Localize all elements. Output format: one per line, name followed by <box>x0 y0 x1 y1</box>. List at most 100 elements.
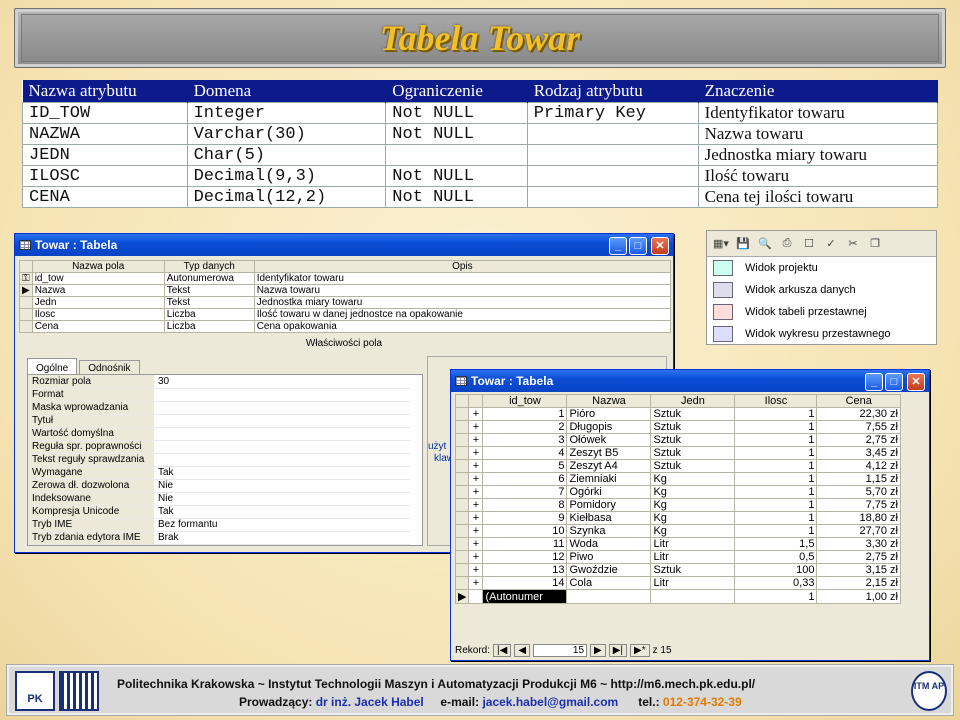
search-icon[interactable]: 🔍 <box>755 237 775 250</box>
property-row[interactable]: Tekst reguły sprawdzania <box>28 453 410 467</box>
property-value[interactable]: Bez formantu <box>154 518 410 532</box>
field-cell[interactable]: id_tow <box>31 272 165 285</box>
table-row[interactable]: +7 Ogórki Kg 1 5,70 zł <box>454 485 901 499</box>
data-cell[interactable]: Woda <box>566 537 652 551</box>
property-value[interactable]: Tak <box>154 466 410 480</box>
data-cell[interactable]: 1 <box>734 511 818 525</box>
maximize-button[interactable]: □ <box>629 237 647 255</box>
property-value[interactable] <box>154 427 410 441</box>
table-row[interactable]: +6 Ziemniaki Kg 1 1,15 zł <box>454 472 901 486</box>
expand-icon[interactable]: + <box>468 485 484 499</box>
primary-key-icon[interactable]: ⚿ <box>19 272 33 285</box>
new-record-row[interactable]: ▶ (Autonumer 1 1,00 zł <box>454 589 901 604</box>
col-header[interactable]: Opis <box>253 260 672 273</box>
property-value[interactable] <box>154 414 410 428</box>
data-cell[interactable]: 1 <box>734 589 818 604</box>
data-cell[interactable]: 0,33 <box>734 576 818 590</box>
current-row-icon[interactable]: ▶ <box>454 589 470 604</box>
field-cell[interactable]: Tekst <box>163 284 255 297</box>
menu-item-design-view[interactable]: Widok projektu <box>707 257 936 279</box>
expand-icon[interactable]: + <box>468 537 484 551</box>
maximize-button[interactable]: □ <box>885 373 903 391</box>
data-cell[interactable]: 1 <box>734 472 818 486</box>
field-cell[interactable]: Identyfikator towaru <box>253 272 672 285</box>
field-cell[interactable]: Tekst <box>163 296 255 309</box>
row-selector[interactable] <box>454 524 470 538</box>
table-row[interactable]: +3 Ołówek Sztuk 1 2,75 zł <box>454 433 901 447</box>
data-cell[interactable]: Długopis <box>566 420 652 434</box>
data-cell[interactable]: 3,45 zł <box>816 446 901 460</box>
first-record-button[interactable]: |◀ <box>493 643 512 657</box>
row-selector[interactable] <box>454 433 470 447</box>
property-row[interactable]: Tryb zdania edytora IME Brak <box>28 531 410 545</box>
print-icon[interactable]: ⎙ <box>777 237 797 250</box>
property-value[interactable] <box>154 453 410 467</box>
table-row[interactable]: +12 Piwo Litr 0,5 2,75 zł <box>454 550 901 564</box>
table-row[interactable]: +14 Cola Litr 0,33 2,15 zł <box>454 576 901 590</box>
row-selector[interactable] <box>19 320 33 333</box>
field-cell[interactable]: Liczba <box>163 320 255 333</box>
datasheet-window-titlebar[interactable]: Towar : Tabela <box>451 370 929 392</box>
data-cell[interactable]: 22,30 zł <box>816 407 901 421</box>
data-cell[interactable]: Szynka <box>566 524 652 538</box>
data-cell[interactable]: 7,75 zł <box>816 498 901 512</box>
table-row[interactable]: +10 Szynka Kg 1 27,70 zł <box>454 524 901 538</box>
data-cell[interactable]: 1,00 zł <box>816 589 901 604</box>
row-selector[interactable] <box>19 308 33 321</box>
data-cell[interactable]: 18,80 zł <box>816 511 901 525</box>
field-cell[interactable]: Ilość towaru w danej jednostce na opakow… <box>253 308 672 321</box>
table-row[interactable]: +4 Zeszyt B5 Sztuk 1 3,45 zł <box>454 446 901 460</box>
row-selector[interactable] <box>454 407 470 421</box>
property-row[interactable]: Wartość domyślna <box>28 427 410 441</box>
row-selector[interactable] <box>454 485 470 499</box>
data-cell[interactable]: Gwoździe <box>566 563 652 577</box>
property-row[interactable]: Tryb IME Bez formantu <box>28 518 410 532</box>
expand-icon[interactable]: + <box>468 524 484 538</box>
data-cell[interactable]: Kg <box>650 498 736 512</box>
row-selector[interactable] <box>454 537 470 551</box>
field-row[interactable]: ⚿ id_tow Autonumerowa Identyfikator towaru <box>19 272 672 285</box>
data-cell[interactable]: 14 <box>482 576 568 590</box>
row-selector[interactable] <box>454 563 470 577</box>
menu-item-datasheet-view[interactable]: Widok arkusza danych <box>707 279 936 301</box>
data-cell[interactable]: 7,55 zł <box>816 420 901 434</box>
data-cell[interactable]: 11 <box>482 537 568 551</box>
data-cell[interactable]: Zeszyt A4 <box>566 459 652 473</box>
col-header[interactable]: Cena <box>816 394 901 408</box>
field-row[interactable]: Jedn Tekst Jednostka miary towaru <box>19 296 672 309</box>
data-cell[interactable]: 2,75 zł <box>816 433 901 447</box>
data-cell[interactable]: Sztuk <box>650 459 736 473</box>
design-window-titlebar[interactable]: Towar : Tabela <box>15 234 673 256</box>
data-cell[interactable]: Litr <box>650 537 736 551</box>
expand-icon[interactable]: + <box>468 420 484 434</box>
property-row[interactable]: Tytuł <box>28 414 410 428</box>
row-selector[interactable] <box>454 576 470 590</box>
data-cell[interactable]: 27,70 zł <box>816 524 901 538</box>
data-cell[interactable]: 9 <box>482 511 568 525</box>
data-cell[interactable]: Kg <box>650 472 736 486</box>
data-cell[interactable]: 1 <box>734 524 818 538</box>
data-cell[interactable]: 13 <box>482 563 568 577</box>
data-cell[interactable]: 100 <box>734 563 818 577</box>
property-row[interactable]: Rozmiar pola 30 <box>28 375 410 389</box>
field-cell[interactable]: Jedn <box>31 296 165 309</box>
property-value[interactable] <box>154 401 410 415</box>
view-icon[interactable]: ▦▾ <box>711 237 731 250</box>
table-row[interactable]: +9 Kiełbasa Kg 1 18,80 zł <box>454 511 901 525</box>
property-value[interactable]: Nie <box>154 479 410 493</box>
expand-icon[interactable]: + <box>468 498 484 512</box>
data-cell[interactable]: 5,70 zł <box>816 485 901 499</box>
data-cell[interactable]: 1 <box>734 498 818 512</box>
row-selector[interactable] <box>454 511 470 525</box>
data-cell[interactable]: 6 <box>482 472 568 486</box>
data-cell[interactable]: 10 <box>482 524 568 538</box>
property-value[interactable]: Tak <box>154 505 410 519</box>
record-number-input[interactable]: 15 <box>533 643 588 657</box>
data-cell[interactable]: 1 <box>734 407 818 421</box>
data-cell[interactable]: Piwo <box>566 550 652 564</box>
data-cell[interactable]: Sztuk <box>650 563 736 577</box>
field-cell[interactable]: Cena opakowania <box>253 320 672 333</box>
expand-icon[interactable]: + <box>468 563 484 577</box>
data-cell[interactable]: Cola <box>566 576 652 590</box>
field-cell[interactable]: Nazwa <box>31 284 165 297</box>
